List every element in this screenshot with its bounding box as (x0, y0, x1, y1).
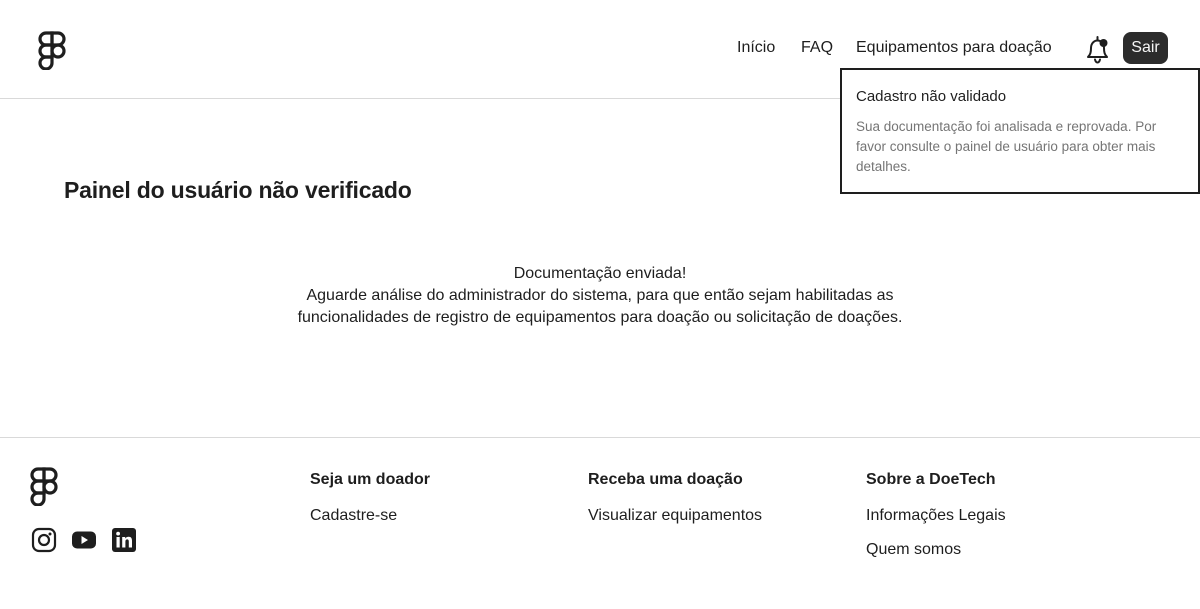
logout-button[interactable]: Sair (1123, 32, 1168, 64)
youtube-icon[interactable] (71, 527, 97, 553)
nav-faq[interactable]: FAQ (801, 38, 833, 58)
linkedin-icon[interactable] (111, 527, 137, 553)
footer-heading: Seja um doador (310, 471, 431, 488)
status-message-line: Documentação enviada! (513, 265, 687, 282)
page-title: Painel do usuário não verificado (64, 177, 412, 203)
nav-equipamentos[interactable]: Equipamentos para doação (856, 38, 1052, 58)
notification-title: Cadastro não validado (856, 88, 1007, 105)
instagram-icon[interactable] (31, 527, 57, 553)
nav-inicio[interactable]: Início (737, 38, 775, 58)
status-message: Documentação enviada! Aguarde análise do… (0, 263, 1200, 329)
footer-heading: Sobre a DoeTech (866, 471, 996, 488)
figma-logo-icon[interactable] (38, 31, 66, 70)
footer-column-doacao: Receba uma doação Visualizar equipamento… (588, 470, 762, 526)
footer-divider (0, 437, 1200, 438)
footer-column-sobre: Sobre a DoeTech Informações Legais Quem … (866, 470, 1006, 560)
footer-heading: Receba uma doação (588, 471, 743, 488)
footer-link-visualizar-equipamentos[interactable]: Visualizar equipamentos (588, 506, 762, 526)
footer-link-quem-somos[interactable]: Quem somos (866, 540, 1006, 560)
status-message-line: funcionalidades de registro de equipamen… (297, 309, 903, 326)
notification-popover[interactable]: Cadastro não validado Sua documentação f… (840, 68, 1200, 194)
bell-icon[interactable] (1084, 35, 1112, 65)
notification-body: Sua documentação foi analisada e reprova… (856, 119, 1157, 174)
status-message-line: Aguarde análise do administrador do sist… (306, 287, 894, 304)
footer-link-cadastre-se[interactable]: Cadastre-se (310, 506, 430, 526)
footer-link-informacoes-legais[interactable]: Informações Legais (866, 506, 1006, 526)
footer-column-doador: Seja um doador Cadastre-se (310, 470, 430, 526)
figma-logo-icon[interactable] (30, 467, 58, 506)
